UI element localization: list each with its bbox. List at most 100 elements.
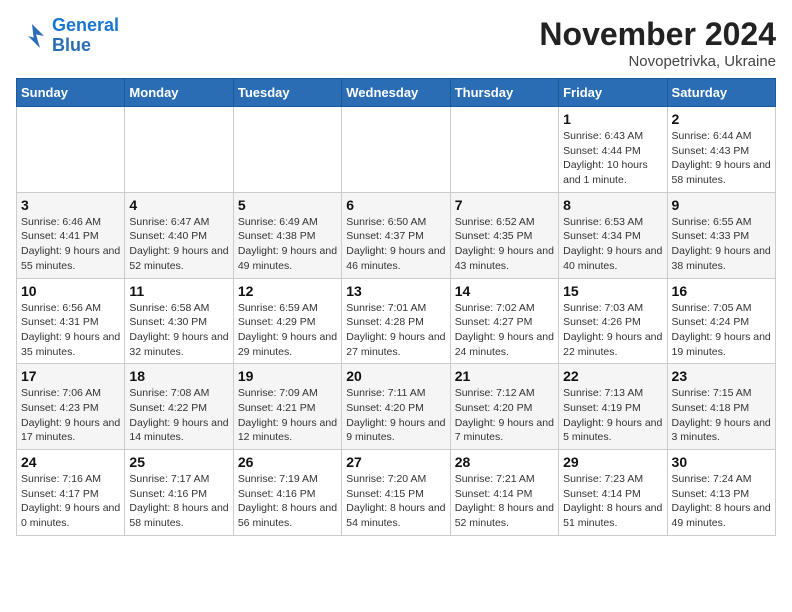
calendar-cell: 30 Sunrise: 7:24 AM Sunset: 4:13 PM Dayli… xyxy=(667,450,775,536)
day-number: 7 xyxy=(455,197,554,213)
day-info: Sunrise: 7:01 AM Sunset: 4:28 PM Dayligh… xyxy=(346,301,445,360)
day-info: Sunrise: 6:43 AM Sunset: 4:44 PM Dayligh… xyxy=(563,129,662,188)
day-number: 13 xyxy=(346,283,445,299)
day-number: 4 xyxy=(129,197,228,213)
calendar-cell: 8 Sunrise: 6:53 AM Sunset: 4:34 PM Daylig… xyxy=(559,192,667,278)
day-number: 10 xyxy=(21,283,120,299)
day-info: Sunrise: 7:12 AM Sunset: 4:20 PM Dayligh… xyxy=(455,386,554,445)
calendar-cell: 26 Sunrise: 7:19 AM Sunset: 4:16 PM Dayli… xyxy=(233,450,341,536)
day-number: 24 xyxy=(21,454,120,470)
calendar-cell xyxy=(17,107,125,193)
title-section: November 2024 Novopetrivka, Ukraine xyxy=(539,16,776,70)
day-number: 28 xyxy=(455,454,554,470)
day-info: Sunrise: 6:55 AM Sunset: 4:33 PM Dayligh… xyxy=(672,215,771,274)
day-info: Sunrise: 7:17 AM Sunset: 4:16 PM Dayligh… xyxy=(129,472,228,531)
month-title: November 2024 xyxy=(539,16,776,53)
weekday-header-wednesday: Wednesday xyxy=(342,79,450,107)
day-number: 19 xyxy=(238,368,337,384)
day-info: Sunrise: 7:24 AM Sunset: 4:13 PM Dayligh… xyxy=(672,472,771,531)
day-info: Sunrise: 7:02 AM Sunset: 4:27 PM Dayligh… xyxy=(455,301,554,360)
day-info: Sunrise: 7:11 AM Sunset: 4:20 PM Dayligh… xyxy=(346,386,445,445)
calendar-cell: 29 Sunrise: 7:23 AM Sunset: 4:14 PM Dayli… xyxy=(559,450,667,536)
day-info: Sunrise: 6:56 AM Sunset: 4:31 PM Dayligh… xyxy=(21,301,120,360)
logo-icon xyxy=(16,20,48,52)
calendar-cell xyxy=(233,107,341,193)
day-number: 9 xyxy=(672,197,771,213)
calendar-cell: 17 Sunrise: 7:06 AM Sunset: 4:23 PM Dayli… xyxy=(17,364,125,450)
day-info: Sunrise: 6:59 AM Sunset: 4:29 PM Dayligh… xyxy=(238,301,337,360)
calendar-cell: 16 Sunrise: 7:05 AM Sunset: 4:24 PM Dayli… xyxy=(667,278,775,364)
calendar-cell: 2 Sunrise: 6:44 AM Sunset: 4:43 PM Daylig… xyxy=(667,107,775,193)
day-info: Sunrise: 7:21 AM Sunset: 4:14 PM Dayligh… xyxy=(455,472,554,531)
weekday-header-saturday: Saturday xyxy=(667,79,775,107)
day-info: Sunrise: 7:23 AM Sunset: 4:14 PM Dayligh… xyxy=(563,472,662,531)
day-number: 23 xyxy=(672,368,771,384)
weekday-header-monday: Monday xyxy=(125,79,233,107)
calendar-cell: 21 Sunrise: 7:12 AM Sunset: 4:20 PM Dayli… xyxy=(450,364,558,450)
day-number: 17 xyxy=(21,368,120,384)
day-info: Sunrise: 6:50 AM Sunset: 4:37 PM Dayligh… xyxy=(346,215,445,274)
page-header: General Blue November 2024 Novopetrivka,… xyxy=(16,16,776,70)
calendar-cell: 24 Sunrise: 7:16 AM Sunset: 4:17 PM Dayli… xyxy=(17,450,125,536)
day-info: Sunrise: 7:19 AM Sunset: 4:16 PM Dayligh… xyxy=(238,472,337,531)
calendar-cell: 5 Sunrise: 6:49 AM Sunset: 4:38 PM Daylig… xyxy=(233,192,341,278)
logo-line1: General xyxy=(52,15,119,35)
day-info: Sunrise: 6:44 AM Sunset: 4:43 PM Dayligh… xyxy=(672,129,771,188)
day-number: 12 xyxy=(238,283,337,299)
day-number: 16 xyxy=(672,283,771,299)
calendar-week-2: 3 Sunrise: 6:46 AM Sunset: 4:41 PM Daylig… xyxy=(17,192,776,278)
calendar-cell xyxy=(342,107,450,193)
day-info: Sunrise: 6:53 AM Sunset: 4:34 PM Dayligh… xyxy=(563,215,662,274)
weekday-header-sunday: Sunday xyxy=(17,79,125,107)
calendar-cell: 25 Sunrise: 7:17 AM Sunset: 4:16 PM Dayli… xyxy=(125,450,233,536)
calendar-cell: 20Sunrise: 7:11 AM Sunset: 4:20 PM Dayli… xyxy=(342,364,450,450)
calendar-cell: 10 Sunrise: 6:56 AM Sunset: 4:31 PM Dayli… xyxy=(17,278,125,364)
day-number: 22 xyxy=(563,368,662,384)
logo: General Blue xyxy=(16,16,119,56)
day-info: Sunrise: 7:05 AM Sunset: 4:24 PM Dayligh… xyxy=(672,301,771,360)
day-number: 14 xyxy=(455,283,554,299)
calendar-cell: 18Sunrise: 7:08 AM Sunset: 4:22 PM Dayli… xyxy=(125,364,233,450)
calendar-cell: 22 Sunrise: 7:13 AM Sunset: 4:19 PM Dayli… xyxy=(559,364,667,450)
day-info: Sunrise: 7:15 AM Sunset: 4:18 PM Dayligh… xyxy=(672,386,771,445)
calendar-cell: 15 Sunrise: 7:03 AM Sunset: 4:26 PM Dayli… xyxy=(559,278,667,364)
day-number: 6 xyxy=(346,197,445,213)
day-number: 5 xyxy=(238,197,337,213)
day-number: 8 xyxy=(563,197,662,213)
calendar-cell: 6 Sunrise: 6:50 AM Sunset: 4:37 PM Daylig… xyxy=(342,192,450,278)
calendar-cell: 7 Sunrise: 6:52 AM Sunset: 4:35 PM Daylig… xyxy=(450,192,558,278)
calendar-cell xyxy=(125,107,233,193)
day-number: 11 xyxy=(129,283,228,299)
day-number: 25 xyxy=(129,454,228,470)
calendar-cell: 12 Sunrise: 6:59 AM Sunset: 4:29 PM Dayli… xyxy=(233,278,341,364)
day-number: 15 xyxy=(563,283,662,299)
day-info: Sunrise: 7:13 AM Sunset: 4:19 PM Dayligh… xyxy=(563,386,662,445)
day-info: Sunrise: 6:49 AM Sunset: 4:38 PM Dayligh… xyxy=(238,215,337,274)
day-info: Sunrise: 6:52 AM Sunset: 4:35 PM Dayligh… xyxy=(455,215,554,274)
day-number: 29 xyxy=(563,454,662,470)
location: Novopetrivka, Ukraine xyxy=(539,53,776,70)
day-number: 3 xyxy=(21,197,120,213)
calendar-week-1: 1Sunrise: 6:43 AM Sunset: 4:44 PM Daylig… xyxy=(17,107,776,193)
day-info: Sunrise: 7:03 AM Sunset: 4:26 PM Dayligh… xyxy=(563,301,662,360)
day-number: 26 xyxy=(238,454,337,470)
calendar-cell: 9 Sunrise: 6:55 AM Sunset: 4:33 PM Daylig… xyxy=(667,192,775,278)
day-info: Sunrise: 7:16 AM Sunset: 4:17 PM Dayligh… xyxy=(21,472,120,531)
calendar-week-5: 24 Sunrise: 7:16 AM Sunset: 4:17 PM Dayli… xyxy=(17,450,776,536)
calendar-cell: 19 Sunrise: 7:09 AM Sunset: 4:21 PM Dayli… xyxy=(233,364,341,450)
day-number: 2 xyxy=(672,111,771,127)
calendar-cell: 4Sunrise: 6:47 AM Sunset: 4:40 PM Daylig… xyxy=(125,192,233,278)
day-info: Sunrise: 7:06 AM Sunset: 4:23 PM Dayligh… xyxy=(21,386,120,445)
logo-text: General Blue xyxy=(52,16,119,56)
calendar-cell: 1Sunrise: 6:43 AM Sunset: 4:44 PM Daylig… xyxy=(559,107,667,193)
calendar-cell xyxy=(450,107,558,193)
calendar-cell: 14 Sunrise: 7:02 AM Sunset: 4:27 PM Dayli… xyxy=(450,278,558,364)
day-number: 30 xyxy=(672,454,771,470)
day-info: Sunrise: 6:46 AM Sunset: 4:41 PM Dayligh… xyxy=(21,215,120,274)
calendar-week-3: 10 Sunrise: 6:56 AM Sunset: 4:31 PM Dayli… xyxy=(17,278,776,364)
day-number: 21 xyxy=(455,368,554,384)
calendar-cell: 11Sunrise: 6:58 AM Sunset: 4:30 PM Dayli… xyxy=(125,278,233,364)
calendar-cell: 28 Sunrise: 7:21 AM Sunset: 4:14 PM Dayli… xyxy=(450,450,558,536)
day-info: Sunrise: 7:09 AM Sunset: 4:21 PM Dayligh… xyxy=(238,386,337,445)
calendar-cell: 13 Sunrise: 7:01 AM Sunset: 4:28 PM Dayli… xyxy=(342,278,450,364)
